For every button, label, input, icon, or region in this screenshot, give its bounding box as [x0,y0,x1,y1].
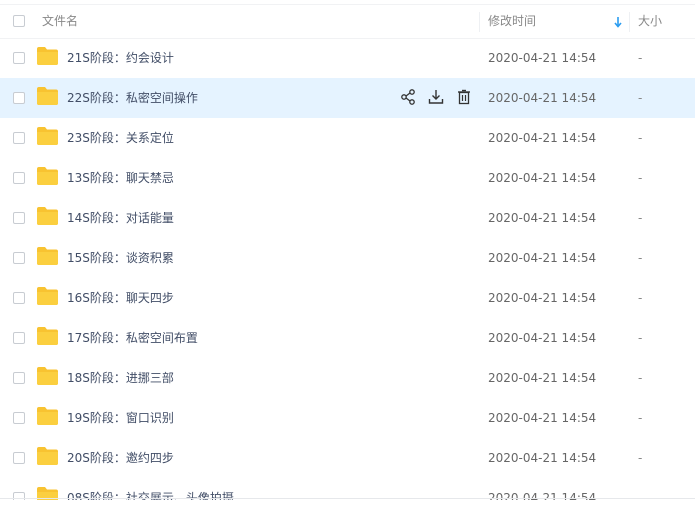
download-icon[interactable] [427,88,445,106]
file-size: - [638,251,643,265]
file-modified-date: 2020-04-21 14:54 [488,171,597,185]
file-name[interactable]: 23S阶段：关系定位 [67,118,174,158]
file-name[interactable]: 16S阶段：聊天四步 [67,278,174,318]
file-row[interactable]: 20S阶段：邀约四步 2020-04-21 14:54 - [0,438,695,478]
file-name[interactable]: 20S阶段：邀约四步 [67,438,174,478]
row-checkbox[interactable] [13,92,25,104]
column-header-modified[interactable]: 修改时间 [488,5,536,38]
file-name[interactable]: 13S阶段：聊天禁忌 [67,158,174,198]
folder-icon [37,447,58,465]
file-modified-date: 2020-04-21 14:54 [488,451,597,465]
file-size: - [638,411,643,425]
file-name[interactable]: 08S阶段：社交展示、头像拍摄 [67,478,234,500]
column-header-name[interactable]: 文件名 [42,5,78,38]
file-list-view: 文件名 修改时间 大小 21S阶段：约会设计 2020-04-21 14:54 … [0,0,695,506]
file-row[interactable]: 14S阶段：对话能量 2020-04-21 14:54 - [0,198,695,238]
row-checkbox[interactable] [13,292,25,304]
folder-icon [37,287,58,305]
file-size: - [638,211,643,225]
file-modified-date: 2020-04-21 14:54 [488,331,597,345]
file-row[interactable]: 21S阶段：约会设计 2020-04-21 14:54 - [0,38,695,78]
column-header-size[interactable]: 大小 [638,5,662,38]
file-size: - [638,451,643,465]
list-bottom-divider [0,498,695,499]
row-checkbox[interactable] [13,172,25,184]
file-row[interactable]: 16S阶段：聊天四步 2020-04-21 14:54 - [0,278,695,318]
folder-icon [37,327,58,345]
file-size: - [638,131,643,145]
row-checkbox[interactable] [13,412,25,424]
file-name[interactable]: 14S阶段：对话能量 [67,198,174,238]
file-name[interactable]: 22S阶段：私密空间操作 [67,78,198,118]
file-row[interactable]: 23S阶段：关系定位 2020-04-21 14:54 - [0,118,695,158]
file-row-selected[interactable]: 22S阶段：私密空间操作 2020-04-21 14:54 - [0,78,695,118]
file-modified-date: 2020-04-21 14:54 [488,291,597,305]
file-size: - [638,491,643,500]
file-row[interactable]: 17S阶段：私密空间布置 2020-04-21 14:54 - [0,318,695,358]
file-size: - [638,331,643,345]
row-checkbox[interactable] [13,332,25,344]
file-row[interactable]: 19S阶段：窗口识别 2020-04-21 14:54 - [0,398,695,438]
file-name[interactable]: 19S阶段：窗口识别 [67,398,174,438]
file-modified-date: 2020-04-21 14:54 [488,131,597,145]
row-checkbox[interactable] [13,52,25,64]
file-name[interactable]: 18S阶段：进挪三部 [67,358,174,398]
file-modified-date: 2020-04-21 14:54 [488,411,597,425]
list-header: 文件名 修改时间 大小 [0,4,695,39]
row-checkbox[interactable] [13,252,25,264]
row-checkbox[interactable] [13,372,25,384]
folder-icon [37,247,58,265]
folder-icon [37,87,58,105]
share-icon[interactable] [399,88,417,106]
column-divider[interactable] [479,12,480,32]
file-modified-date: 2020-04-21 14:54 [488,51,597,65]
file-modified-date: 2020-04-21 14:54 [488,491,597,500]
folder-icon [37,367,58,385]
delete-icon[interactable] [455,88,473,106]
file-row[interactable]: 13S阶段：聊天禁忌 2020-04-21 14:54 - [0,158,695,198]
folder-icon [37,207,58,225]
file-size: - [638,291,643,305]
file-size: - [638,371,643,385]
file-rows: 21S阶段：约会设计 2020-04-21 14:54 - 22S阶段：私密空间… [0,38,695,500]
select-all-checkbox[interactable] [13,15,25,27]
file-row[interactable]: 18S阶段：进挪三部 2020-04-21 14:54 - [0,358,695,398]
sort-descending-icon[interactable] [612,15,624,29]
file-name[interactable]: 21S阶段：约会设计 [67,38,174,78]
file-modified-date: 2020-04-21 14:54 [488,371,597,385]
file-row[interactable]: 08S阶段：社交展示、头像拍摄 2020-04-21 14:54 - [0,478,695,500]
file-name[interactable]: 15S阶段：谈资积累 [67,238,174,278]
file-modified-date: 2020-04-21 14:54 [488,211,597,225]
file-size: - [638,51,643,65]
row-checkbox[interactable] [13,132,25,144]
file-row[interactable]: 15S阶段：谈资积累 2020-04-21 14:54 - [0,238,695,278]
file-modified-date: 2020-04-21 14:54 [488,91,597,105]
file-name[interactable]: 17S阶段：私密空间布置 [67,318,198,358]
row-checkbox[interactable] [13,212,25,224]
folder-icon [37,47,58,65]
folder-icon [37,127,58,145]
folder-icon [37,407,58,425]
row-checkbox[interactable] [13,452,25,464]
file-modified-date: 2020-04-21 14:54 [488,251,597,265]
folder-icon [37,167,58,185]
column-divider[interactable] [629,12,630,32]
file-size: - [638,91,643,105]
file-size: - [638,171,643,185]
